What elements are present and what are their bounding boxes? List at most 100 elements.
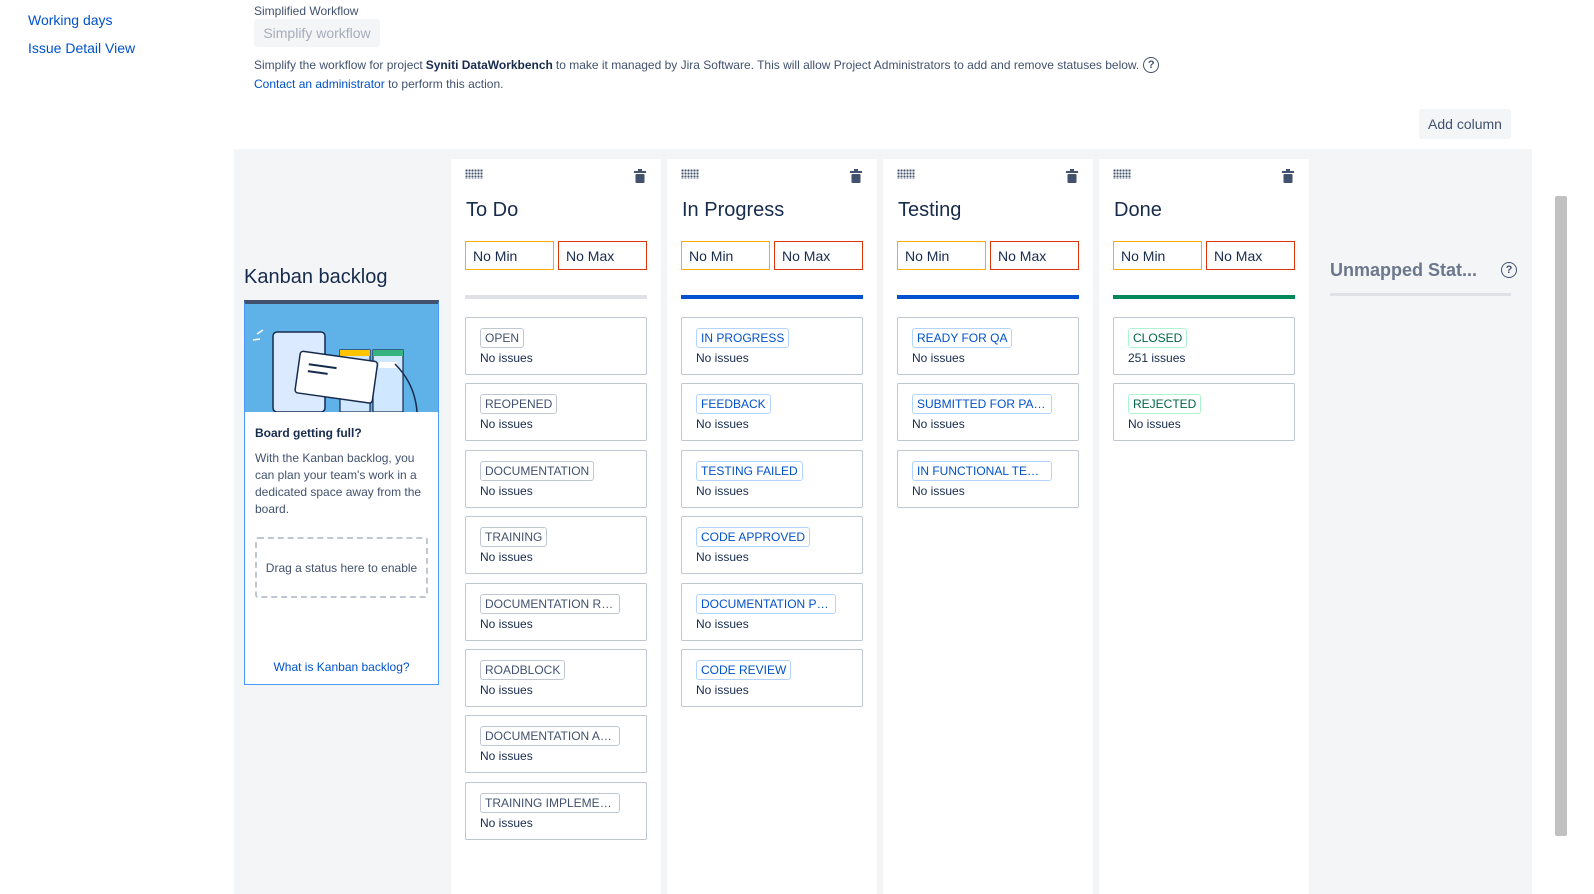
- status-lozenge: CODE REVIEW: [696, 659, 792, 680]
- drag-handle-icon[interactable]: [465, 169, 483, 179]
- column-inprogress[interactable]: In Progress No Min No Max IN PROGRESS No iss…: [667, 159, 877, 894]
- status-card[interactable]: DOCUMENTATION AP... No issues: [465, 715, 647, 774]
- status-card[interactable]: IN FUNCTIONAL TESTI... No issues: [897, 449, 1079, 508]
- status-issue-count: No issues: [480, 682, 533, 697]
- status-issue-count: No issues: [696, 351, 749, 365]
- workflow-description-suffix: to make it managed by Jira Software. Thi…: [555, 58, 1140, 72]
- simplify-workflow-button[interactable]: Simplify workflow: [254, 19, 380, 47]
- column-max-input[interactable]: No Max: [990, 241, 1079, 270]
- kanban-backlog-title: Kanban backlog: [244, 266, 388, 288]
- status-lozenge: TRAINING IMPLEMEN...: [480, 792, 620, 813]
- page-scrollbar-thumb[interactable]: [1555, 196, 1567, 836]
- status-lozenge: FEEDBACK: [696, 394, 771, 415]
- status-lozenge: OPEN: [480, 328, 525, 348]
- unmapped-help-icon[interactable]: ?: [1501, 262, 1517, 278]
- status-lozenge: DOCUMENTATION: [480, 460, 595, 481]
- status-issue-count: No issues: [696, 616, 749, 631]
- status-lozenge: READY FOR QA: [912, 328, 1013, 348]
- status-list: OPEN No issues REOPENED No issues DOCUMENTAT…: [465, 317, 647, 848]
- column-title[interactable]: Testing: [898, 199, 961, 222]
- status-card[interactable]: TRAINING IMPLEMEN... No issues: [465, 781, 647, 840]
- workflow-description-prefix: Simplify the workflow for project: [254, 58, 423, 72]
- status-card[interactable]: READY FOR QA No issues: [897, 317, 1079, 375]
- trash-icon[interactable]: [634, 169, 646, 183]
- kanban-backlog-text: With the Kanban backlog, you can plan yo…: [255, 451, 422, 516]
- status-lozenge: DOCUMENTATION PEE...: [696, 593, 836, 614]
- trash-icon[interactable]: [1282, 169, 1294, 183]
- trash-icon[interactable]: [1066, 169, 1078, 183]
- status-issue-count: No issues: [912, 483, 965, 498]
- column-status-bar: [1113, 295, 1295, 299]
- status-card[interactable]: DOCUMENTATION No issues: [465, 449, 647, 508]
- sidebar-item-issue-detail-view[interactable]: Issue Detail View: [28, 40, 135, 56]
- status-card[interactable]: CODE APPROVED No issues: [681, 516, 863, 575]
- status-card[interactable]: FEEDBACK No issues: [681, 383, 863, 442]
- status-card[interactable]: TESTING FAILED No issues: [681, 449, 863, 508]
- status-issue-count: No issues: [480, 351, 533, 365]
- status-issue-count: No issues: [480, 483, 533, 498]
- sidebar-item-working-days[interactable]: Working days: [28, 12, 135, 28]
- column-min-input[interactable]: No Min: [897, 241, 986, 270]
- status-issue-count: No issues: [912, 351, 965, 365]
- column-title[interactable]: To Do: [466, 199, 518, 222]
- column-min-input[interactable]: No Min: [681, 241, 770, 270]
- project-name: Syniti DataWorkbench: [425, 58, 553, 72]
- status-list: CLOSED 251 issues REJECTED No issues: [1113, 317, 1295, 450]
- status-card[interactable]: IN PROGRESS No issues: [681, 317, 863, 375]
- workflow-description: Simplify the workflow for project Syniti…: [254, 57, 1160, 73]
- kanban-backlog-card: Board getting full? With the Kanban back…: [244, 300, 439, 685]
- column-max-input[interactable]: No Max: [774, 241, 863, 270]
- add-column-button[interactable]: Add column: [1419, 109, 1511, 139]
- status-card[interactable]: OPEN No issues: [465, 317, 647, 375]
- kanban-backlog-illustration: [245, 304, 438, 412]
- drag-handle-icon[interactable]: [681, 169, 699, 179]
- status-lozenge: REOPENED: [480, 394, 558, 415]
- column-title[interactable]: In Progress: [682, 199, 784, 222]
- status-card[interactable]: SUBMITTED FOR PART... No issues: [897, 383, 1079, 442]
- status-lozenge: IN FUNCTIONAL TESTI...: [912, 460, 1052, 481]
- status-list: IN PROGRESS No issues FEEDBACK No issues TES…: [681, 317, 863, 715]
- status-lozenge: CLOSED: [1128, 328, 1188, 348]
- status-card[interactable]: DOCUMENTATION RE... No issues: [465, 582, 647, 641]
- status-list: READY FOR QA No issues SUBMITTED FOR PART.…: [897, 317, 1079, 516]
- column-status-bar: [681, 295, 863, 299]
- status-card[interactable]: CODE REVIEW No issues: [681, 648, 863, 707]
- status-issue-count: No issues: [1128, 417, 1181, 432]
- contact-line: Contact an administrator to perform this…: [254, 77, 503, 91]
- status-issue-count: No issues: [480, 815, 533, 830]
- unmapped-divider: [1330, 293, 1511, 296]
- column-max-input[interactable]: No Max: [558, 241, 647, 270]
- status-card[interactable]: TRAINING No issues: [465, 516, 647, 575]
- column-limits: No Min No Max: [681, 241, 863, 270]
- status-card[interactable]: DOCUMENTATION PEE... No issues: [681, 582, 863, 641]
- column-min-input[interactable]: No Min: [465, 241, 554, 270]
- status-issue-count: No issues: [696, 483, 749, 498]
- column-min-input[interactable]: No Min: [1113, 241, 1202, 270]
- status-lozenge: TESTING FAILED: [696, 460, 803, 481]
- status-lozenge: DOCUMENTATION RE...: [480, 593, 620, 614]
- status-card[interactable]: ROADBLOCK No issues: [465, 648, 647, 707]
- drag-handle-icon[interactable]: [1113, 169, 1131, 179]
- status-card[interactable]: REOPENED No issues: [465, 383, 647, 442]
- status-card[interactable]: REJECTED No issues: [1113, 383, 1295, 442]
- status-card[interactable]: CLOSED 251 issues: [1113, 317, 1295, 375]
- status-lozenge: DOCUMENTATION AP...: [480, 726, 620, 747]
- column-status-bar: [897, 295, 1079, 299]
- workflow-section-title: Simplified Workflow: [254, 4, 359, 18]
- status-lozenge: CODE APPROVED: [696, 527, 811, 548]
- column-limits: No Min No Max: [897, 241, 1079, 270]
- trash-icon[interactable]: [850, 169, 862, 183]
- status-lozenge: SUBMITTED FOR PART...: [912, 394, 1052, 415]
- status-lozenge: TRAINING: [480, 527, 548, 548]
- column-todo[interactable]: To Do No Min No Max OPEN No issues REOPENED No…: [451, 159, 661, 894]
- column-title[interactable]: Done: [1114, 199, 1162, 222]
- column-testing[interactable]: Testing No Min No Max READY FOR QA No issues…: [883, 159, 1093, 894]
- drag-handle-icon[interactable]: [897, 169, 915, 179]
- column-max-input[interactable]: No Max: [1206, 241, 1295, 270]
- kanban-backlog-dropzone[interactable]: Drag a status here to enable: [255, 537, 428, 598]
- what-is-kanban-backlog-link[interactable]: What is Kanban backlog?: [245, 660, 438, 674]
- help-icon[interactable]: ?: [1143, 57, 1160, 73]
- column-done[interactable]: Done No Min No Max CLOSED 251 issues REJECTED…: [1099, 159, 1309, 894]
- status-issue-count: 251 issues: [1128, 351, 1186, 365]
- contact-administrator-link[interactable]: Contact an administrator: [254, 77, 385, 91]
